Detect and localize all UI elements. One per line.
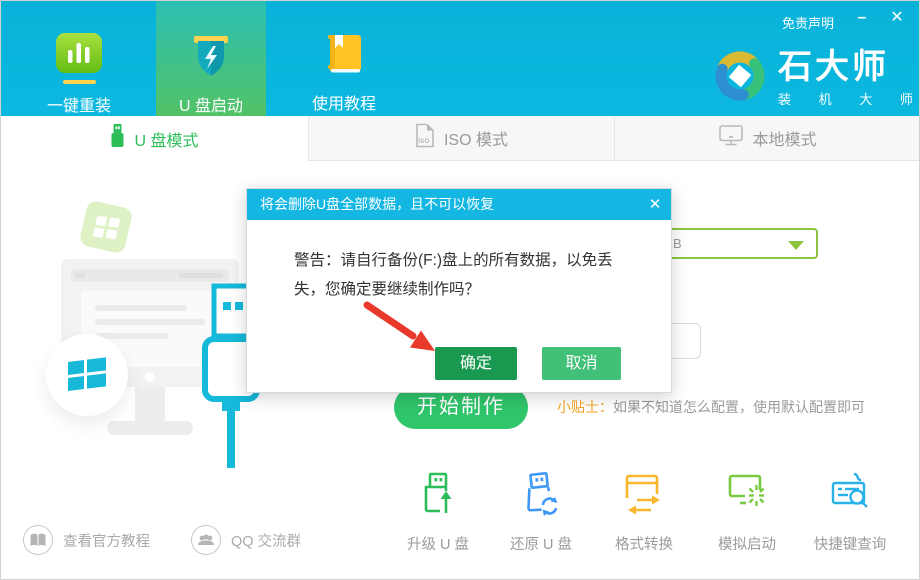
people-circle-icon xyxy=(191,525,221,555)
usb-restore-icon xyxy=(521,505,561,522)
monitor-icon xyxy=(719,124,743,152)
windows-logo-badge xyxy=(46,334,128,416)
book-circle-icon xyxy=(23,525,53,555)
confirm-button[interactable]: 确定 xyxy=(435,347,517,380)
iso-icon-label: ISO xyxy=(418,138,429,145)
hotkey-query-icon xyxy=(830,505,870,522)
tool-label: 升级 U 盘 xyxy=(383,533,493,554)
tip-text: 如果不知道怎么配置，使用默认配置即可 xyxy=(613,399,865,415)
tool-simulate-boot[interactable]: 模拟启动 xyxy=(692,472,802,554)
shield-lightning-icon xyxy=(189,33,233,84)
tool-hotkey-query[interactable]: 快捷键查询 xyxy=(795,472,905,554)
minimize-button[interactable]: – xyxy=(848,5,876,31)
tool-label: 格式转换 xyxy=(589,533,699,554)
brand-name: 石大师 xyxy=(778,48,920,86)
cancel-button[interactable]: 取消 xyxy=(542,347,621,380)
tool-label: 快捷键查询 xyxy=(795,533,905,554)
mode-tab-local[interactable]: 本地模式 xyxy=(614,116,920,161)
mode-tab-label: ISO 模式 xyxy=(444,126,508,150)
link-label: QQ 交流群 xyxy=(231,530,301,551)
header-bar: 一键重装 U 盘启动 使用教 xyxy=(1,1,920,116)
simulate-boot-icon xyxy=(727,505,767,522)
dialog-close-icon[interactable]: ✕ xyxy=(639,189,671,220)
mode-tab-iso[interactable]: ISO ISO 模式 xyxy=(308,116,614,161)
link-label: 查看官方教程 xyxy=(63,530,150,551)
tab-usb-boot[interactable]: U 盘启动 xyxy=(156,1,266,116)
iso-file-icon: ISO xyxy=(415,123,435,153)
brand-subtitle: 装 机 大 师 xyxy=(778,89,920,108)
tab-underline-bar xyxy=(63,80,96,84)
windows-tile-decoration xyxy=(78,199,133,254)
dialog-warning-text: 警告：请自行备份(F:)盘上的所有数据，以免丢失，您确定要继续制作吗？ xyxy=(294,246,636,304)
usb-upgrade-icon xyxy=(418,505,458,522)
mode-tab-bar: U 盘模式 ISO ISO 模式 本地模式 xyxy=(1,116,920,161)
official-tutorial-link[interactable]: 查看官方教程 xyxy=(23,525,150,555)
tip-label: 小贴士： xyxy=(557,399,613,415)
tab-label: 一键重装 xyxy=(47,92,111,116)
disclaimer-link[interactable]: 免责声明 xyxy=(782,13,834,32)
brand-swirl-icon xyxy=(711,48,769,109)
tool-format-convert[interactable]: 格式转换 xyxy=(589,472,699,554)
usb-drive-select-value: B xyxy=(673,236,682,251)
tip-line: 小贴士：如果不知道怎么配置，使用默认配置即可 xyxy=(557,397,865,417)
format-convert-icon xyxy=(624,505,664,522)
usb-stick-icon xyxy=(110,124,125,153)
tool-upgrade-usb[interactable]: 升级 U 盘 xyxy=(383,472,493,554)
dialog-title: 将会删除U盘全部数据，且不可以恢复 xyxy=(247,189,671,220)
mode-tab-usb[interactable]: U 盘模式 xyxy=(1,116,308,161)
mode-tab-label: U 盘模式 xyxy=(134,127,198,151)
bar-chart-icon xyxy=(56,33,102,78)
tool-label: 还原 U 盘 xyxy=(486,533,596,554)
tab-one-key-reinstall[interactable]: 一键重装 xyxy=(20,1,138,116)
tool-label: 模拟启动 xyxy=(692,533,802,554)
book-icon xyxy=(324,33,364,82)
tab-label: U 盘启动 xyxy=(179,92,243,116)
tab-label: 使用教程 xyxy=(312,90,376,114)
chevron-down-icon xyxy=(788,241,804,250)
tool-restore-usb[interactable]: 还原 U 盘 xyxy=(486,472,596,554)
brand-logo: 石大师 装 机 大 师 xyxy=(711,48,920,109)
qq-group-link[interactable]: QQ 交流群 xyxy=(191,525,301,555)
warning-dialog: 将会删除U盘全部数据，且不可以恢复 ✕ 警告：请自行备份(F:)盘上的所有数据，… xyxy=(246,188,672,393)
tab-tutorial[interactable]: 使用教程 xyxy=(285,1,403,116)
mode-tab-label: 本地模式 xyxy=(752,126,816,150)
app-window: 一键重装 U 盘启动 使用教 xyxy=(0,0,920,580)
close-button[interactable]: ✕ xyxy=(883,5,911,31)
